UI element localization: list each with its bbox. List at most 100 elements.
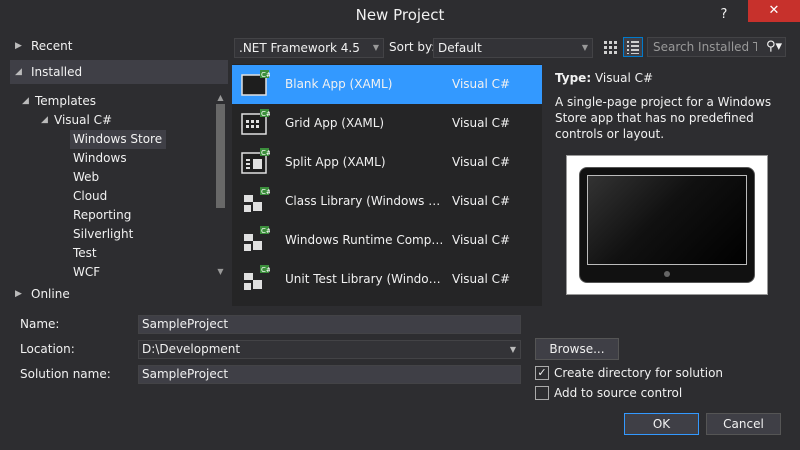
tree-item-label: WCF — [73, 265, 101, 276]
window-title: New Project — [355, 6, 445, 24]
svg-text:C#: C# — [261, 110, 270, 118]
search-templates[interactable]: Search Installed Te ⚲▾ — [647, 37, 786, 57]
ok-button[interactable]: OK — [624, 413, 699, 435]
name-label: Name: — [20, 317, 60, 331]
type-value: Visual C# — [594, 71, 654, 85]
solution-name-field[interactable]: SampleProject — [138, 365, 521, 384]
create-directory-checkbox[interactable]: ✓ — [535, 366, 549, 380]
description-type: Type: Visual C# — [555, 71, 653, 85]
tree-item-windows-store[interactable]: Windows Store — [70, 130, 167, 149]
sidebar-online[interactable]: ▶ Online — [10, 282, 228, 306]
collapsed-arrow-icon: ▶ — [15, 41, 22, 51]
name-field[interactable]: SampleProject — [138, 315, 521, 334]
sidebar-online-label: Online — [31, 287, 70, 301]
list-view-icon — [627, 41, 639, 54]
template-row-split-app[interactable]: C# Split App (XAML) Visual C# — [232, 143, 542, 182]
svg-text:C#: C# — [261, 266, 270, 274]
chevron-down-icon: ▼ — [372, 43, 379, 52]
template-preview — [566, 155, 768, 295]
type-label: Type: — [555, 71, 592, 85]
template-language: Visual C# — [452, 233, 511, 247]
tablet-preview-icon — [579, 167, 755, 283]
template-language: Visual C# — [452, 77, 511, 91]
title-bar: New Project ? ✕ — [0, 0, 800, 30]
template-row-class-library[interactable]: C# Class Library (Windows Store apps) Vi… — [232, 182, 542, 221]
template-row-blank-app[interactable]: C# Blank App (XAML) Visual C# — [232, 65, 542, 104]
tree-item-visual-csharp[interactable]: ◢ Visual C# — [41, 111, 113, 130]
template-tree: ◢ Templates ◢ Visual C# Windows Store Wi… — [10, 90, 212, 276]
expanded-arrow-icon: ◢ — [41, 115, 48, 125]
chevron-down-icon[interactable]: ▼ — [510, 341, 516, 358]
project-form: Name: SampleProject Location: D:\Develop… — [0, 309, 800, 450]
source-control-label: Add to source control — [554, 386, 683, 400]
sort-value: Default — [438, 41, 482, 55]
tree-item-label: Silverlight — [73, 227, 134, 241]
grid-app-icon: C# — [241, 109, 270, 135]
tree-scrollbar[interactable]: ▲ ▼ — [212, 90, 229, 280]
tree-item-label: Visual C# — [54, 113, 113, 127]
scrollbar-thumb[interactable] — [216, 104, 225, 208]
sort-select[interactable]: Default ▼ — [433, 38, 593, 58]
close-button[interactable]: ✕ — [748, 0, 800, 22]
split-app-icon: C# — [241, 148, 270, 174]
tree-item-silverlight[interactable]: Silverlight — [73, 225, 133, 244]
template-name: Unit Test Library (Windows Store apps) — [285, 272, 447, 286]
class-library-icon: C# — [244, 187, 270, 212]
template-name: Blank App (XAML) — [285, 77, 393, 91]
tree-item-cloud[interactable]: Cloud — [73, 187, 107, 206]
svg-text:C#: C# — [261, 71, 270, 79]
sidebar-installed[interactable]: ◢ Installed — [10, 60, 228, 84]
template-name: Split App (XAML) — [285, 155, 386, 169]
tree-item-reporting[interactable]: Reporting — [73, 206, 131, 225]
expanded-arrow-icon: ◢ — [15, 67, 22, 77]
tree-item-templates[interactable]: ◢ Templates — [22, 92, 97, 111]
template-row-grid-app[interactable]: C# Grid App (XAML) Visual C# — [232, 104, 542, 143]
tree-item-label: Templates — [35, 94, 97, 108]
tree-item-web[interactable]: Web — [73, 168, 99, 187]
small-icons-view-button[interactable] — [600, 37, 620, 57]
tree-item-label: Reporting — [73, 208, 132, 222]
expanded-arrow-icon: ◢ — [22, 96, 29, 106]
tree-item-label: Cloud — [73, 189, 108, 203]
template-name: Windows Runtime Component — [285, 233, 447, 247]
framework-value: .NET Framework 4.5 — [239, 41, 360, 55]
cancel-button[interactable]: Cancel — [706, 413, 781, 435]
sidebar-recent[interactable]: ▶ Recent — [10, 34, 228, 58]
tree-item-windows[interactable]: Windows — [73, 149, 127, 168]
solution-name-label: Solution name: — [20, 367, 111, 381]
sidebar-recent-label: Recent — [31, 39, 73, 53]
template-row-runtime-component[interactable]: C# Windows Runtime Component Visual C# — [232, 221, 542, 260]
svg-text:C#: C# — [261, 149, 270, 157]
template-language: Visual C# — [452, 116, 511, 130]
search-input[interactable]: Search Installed Te — [653, 40, 757, 54]
tree-item-label: Test — [73, 246, 97, 260]
svg-text:C#: C# — [261, 188, 270, 196]
sort-by-label: Sort by: — [389, 40, 436, 54]
template-language: Visual C# — [452, 155, 511, 169]
location-label: Location: — [20, 342, 75, 356]
source-control-checkbox[interactable] — [535, 386, 549, 400]
tree-item-wcf[interactable]: WCF — [73, 263, 100, 276]
tree-item-test[interactable]: Test — [73, 244, 97, 263]
svg-text:C#: C# — [261, 227, 270, 235]
help-button[interactable]: ? — [712, 4, 736, 26]
tree-item-label: Windows Store — [73, 132, 163, 146]
collapsed-arrow-icon: ▶ — [15, 289, 22, 299]
location-field[interactable]: D:\Development ▼ — [138, 340, 521, 359]
template-name: Class Library (Windows Store apps) — [285, 194, 447, 208]
framework-select[interactable]: .NET Framework 4.5 ▼ — [234, 38, 384, 58]
browse-button[interactable]: Browse... — [535, 338, 619, 360]
list-view-button[interactable] — [623, 37, 643, 57]
description-text: A single-page project for a Windows Stor… — [555, 95, 772, 141]
tree-item-label: Windows — [73, 151, 127, 165]
unit-test-icon: C# — [244, 265, 270, 290]
create-directory-label: Create directory for solution — [554, 366, 724, 380]
runtime-component-icon: C# — [244, 226, 270, 251]
template-name: Grid App (XAML) — [285, 116, 385, 130]
template-row-unit-test[interactable]: C# Unit Test Library (Windows Store apps… — [232, 260, 542, 299]
scroll-down-icon[interactable]: ▼ — [212, 264, 229, 280]
template-language: Visual C# — [452, 194, 511, 208]
grid-view-icon — [604, 41, 617, 54]
search-icon[interactable]: ⚲▾ — [766, 39, 782, 54]
tablet-home-button — [664, 271, 670, 277]
